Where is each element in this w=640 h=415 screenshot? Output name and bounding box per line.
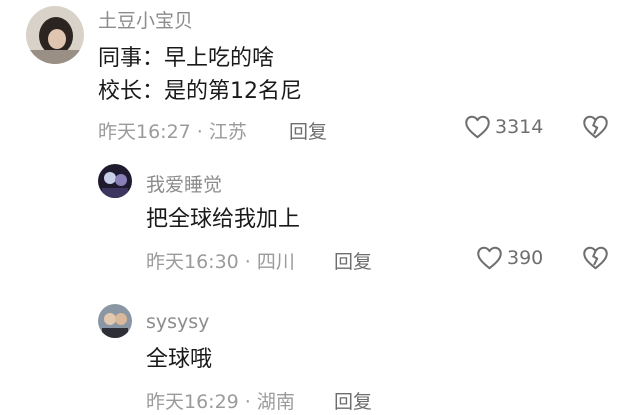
like-button[interactable]: 390 <box>476 245 543 270</box>
comment-meta: 昨天16:30 · 四川 <box>146 247 295 274</box>
comment-location: 江苏 <box>208 121 247 143</box>
avatar-image <box>98 304 132 338</box>
comment-text-line: 同事：早上吃的啥 <box>98 46 275 71</box>
heart-outline-icon <box>477 246 502 270</box>
comment-time: 昨天16:29 <box>146 391 239 413</box>
reply-button[interactable]: 回复 <box>289 117 327 144</box>
comment-text-line: 把全球给我加上 <box>146 207 301 232</box>
comment-text-line: 全球哦 <box>146 347 213 372</box>
dislike-button[interactable] <box>582 245 609 270</box>
like-count: 3314 <box>495 115 544 138</box>
comment-meta: 昨天16:29 · 湖南 <box>146 387 295 414</box>
meta-separator: · <box>244 391 251 413</box>
broken-heart-icon <box>583 115 608 139</box>
avatar[interactable] <box>98 164 132 198</box>
broken-heart-icon <box>583 246 608 270</box>
heart-outline-icon <box>465 115 490 139</box>
meta-separator: · <box>244 251 251 273</box>
dislike-button[interactable] <box>582 114 609 139</box>
comment-time: 昨天16:30 <box>146 251 239 273</box>
comment-username[interactable]: 我爱睡觉 <box>146 170 222 197</box>
comment-text-line: 校长：是的第12名尼 <box>98 79 302 104</box>
reply-button[interactable]: 回复 <box>334 247 372 274</box>
avatar-image <box>26 6 84 64</box>
comment-location: 四川 <box>256 251 295 273</box>
like-button[interactable]: 3314 <box>464 114 543 139</box>
comment-time: 昨天16:27 <box>98 121 191 143</box>
like-count: 390 <box>507 246 544 269</box>
avatar[interactable] <box>26 6 84 64</box>
comment-location: 湖南 <box>256 391 295 413</box>
avatar[interactable] <box>98 304 132 338</box>
comment-meta: 昨天16:27 · 江苏 <box>98 117 247 144</box>
comment-username[interactable]: sysysy <box>146 311 209 333</box>
comment-username[interactable]: 土豆小宝贝 <box>98 6 193 33</box>
avatar-image <box>98 164 132 198</box>
meta-separator: · <box>196 121 203 143</box>
reply-button[interactable]: 回复 <box>334 387 372 414</box>
